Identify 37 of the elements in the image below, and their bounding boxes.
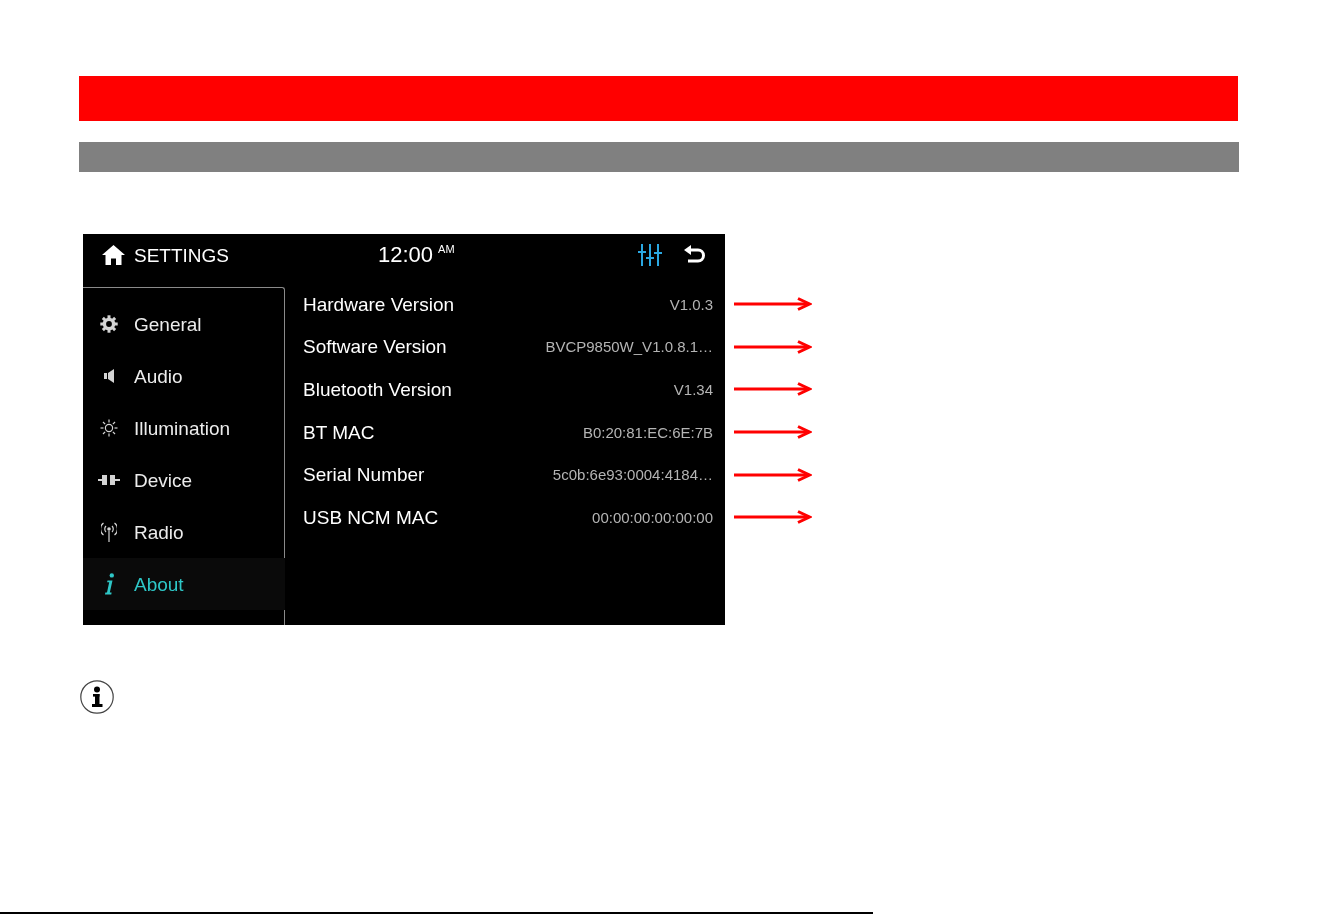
- sidebar-item[interactable]: About: [83, 558, 285, 610]
- info-label: Serial Number: [303, 465, 425, 485]
- arrow-icon: [734, 510, 812, 525]
- screen-title: SETTINGS: [134, 245, 229, 265]
- info-label: USB NCM MAC: [303, 507, 439, 527]
- arrow-icon: [734, 425, 812, 440]
- clock-period: AM: [438, 244, 455, 255]
- info-value: BVCP9850W_V1.0.8.1…: [545, 339, 713, 355]
- equalizer-icon[interactable]: [638, 244, 662, 266]
- info-label: Hardware Version: [303, 294, 455, 314]
- sun-icon: [100, 419, 118, 437]
- arrow-icon: [734, 297, 812, 312]
- info-label: Software Version: [303, 337, 447, 357]
- sidebar-item[interactable]: Illumination: [83, 402, 284, 454]
- plug-icon: [98, 474, 120, 486]
- gear-icon: [100, 315, 118, 333]
- home-icon[interactable]: [102, 245, 125, 265]
- arrow-icon: [734, 339, 812, 354]
- info-icon: [103, 573, 115, 595]
- info-value: B0:20:81:EC:6E:7B: [582, 424, 713, 440]
- clock-time: 12:00: [378, 244, 434, 266]
- speaker-icon: [104, 369, 114, 383]
- info-value: 00:00:00:00:00:00: [592, 509, 713, 525]
- arrow-icon: [734, 382, 812, 397]
- info-value: V1.34: [673, 382, 713, 397]
- back-icon[interactable]: [682, 245, 706, 265]
- info-value: V1.0.3: [669, 296, 713, 312]
- info-icon: [80, 680, 114, 714]
- sidebar-item[interactable]: Audio: [83, 350, 284, 402]
- arrow-icon: [734, 467, 812, 482]
- sidebar-item[interactable]: Radio: [83, 506, 284, 558]
- sidebar-item[interactable]: Device: [83, 454, 284, 506]
- sidebar-item[interactable]: General: [83, 298, 284, 350]
- info-label: BT MAC: [303, 422, 375, 442]
- info-label: Bluetooth Version: [303, 380, 452, 399]
- antenna-icon: [101, 522, 117, 542]
- info-value: 5c0b:6e93:0004:4184…: [552, 467, 713, 483]
